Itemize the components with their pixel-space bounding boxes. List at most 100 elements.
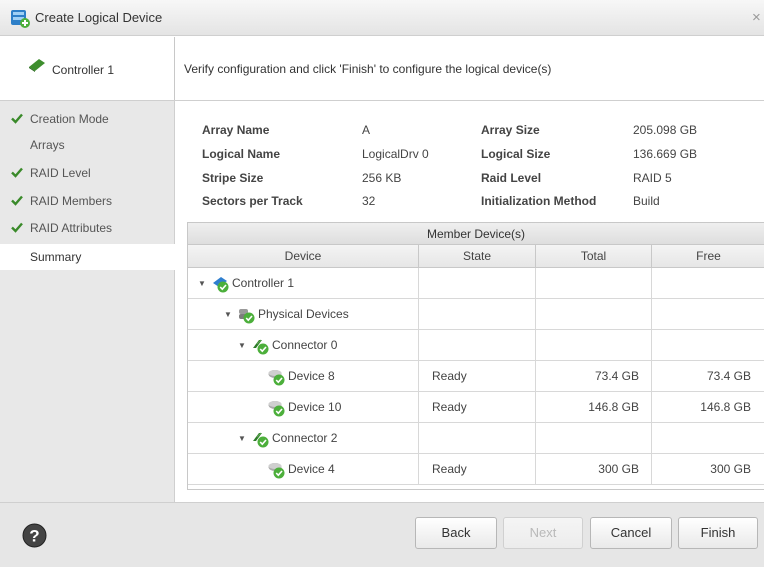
device-name: Controller 1 (232, 276, 295, 290)
disk-icon (268, 462, 285, 478)
instruction-text: Verify configuration and click 'Finish' … (184, 62, 552, 76)
expand-triangle-icon[interactable]: ▼ (238, 330, 250, 361)
free-cell: 146.8 GB (700, 400, 751, 414)
state-cell: Ready (419, 392, 536, 423)
device-name: Connector 2 (272, 431, 338, 445)
device-cell: ▼ Controller 1 (188, 268, 419, 299)
controller-card-icon (29, 59, 45, 72)
column-header-total[interactable]: Total (536, 245, 652, 268)
state-cell (419, 423, 536, 454)
next-button[interactable]: Next (503, 517, 583, 549)
device-tree-node: ▼ Connector 2 (238, 423, 337, 454)
device-tree-node: ▼ Controller 1 (198, 268, 294, 299)
step-raid-members[interactable]: RAID Members (0, 188, 175, 214)
expand-triangle-icon[interactable]: ▼ (224, 299, 236, 330)
logical-name-label: Logical Name (202, 147, 281, 161)
step-label: RAID Attributes (30, 221, 113, 235)
step-arrays[interactable]: Arrays (0, 132, 175, 158)
table-row[interactable]: Device 8 Ready 73.4 GB 73.4 GB (188, 361, 764, 392)
disk-icon (268, 369, 285, 385)
column-header-state[interactable]: State (419, 245, 536, 268)
state-cell: Ready (419, 454, 536, 485)
device-tree-node: ▼ Connector 0 (238, 330, 337, 361)
controller-header: Controller 1 (0, 37, 175, 100)
free-cell (652, 330, 764, 361)
connector-icon (253, 339, 269, 354)
table-body: ▼ Controller 1 ▼ Physical Devices ▼ Connector… (188, 268, 764, 485)
cancel-button[interactable]: Cancel (590, 517, 672, 549)
total-cell (536, 268, 652, 299)
checkmark-icon (11, 113, 23, 124)
state-cell (419, 330, 536, 361)
table-row[interactable]: Device 4 Ready 300 GB 300 GB (188, 454, 764, 485)
total-cell: 146.8 GB (536, 392, 652, 423)
device-tree-node: ▼ Physical Devices (224, 299, 349, 330)
array-name-value: A (362, 123, 371, 137)
device-name: Physical Devices (258, 307, 349, 321)
total-cell (536, 299, 652, 330)
close-icon[interactable]: × (752, 9, 761, 26)
step-raid-attributes[interactable]: RAID Attributes (0, 215, 175, 241)
window-title: Create Logical Device (35, 10, 163, 25)
device-cell: Device 8 (188, 361, 419, 392)
device-cell: ▼ Connector 0 (188, 330, 419, 361)
connector-icon (253, 432, 269, 447)
table-row[interactable]: ▼ Controller 1 (188, 268, 764, 299)
table-caption: Member Device(s) (188, 223, 764, 245)
title-bar: Create Logical Device × (0, 0, 764, 36)
expand-triangle-icon[interactable]: ▼ (198, 268, 210, 299)
total-cell: 300 GB (536, 454, 652, 485)
checkmark-icon (11, 167, 23, 178)
step-label: Arrays (30, 138, 65, 152)
free-cell (652, 423, 764, 454)
step-summary[interactable]: Summary (0, 244, 175, 270)
device-tree-node: Device 4 (266, 454, 335, 485)
stripe-size-value: 256 KB (362, 171, 402, 185)
step-label: Creation Mode (30, 112, 109, 126)
table-row[interactable]: Device 10 Ready 146.8 GB 146.8 GB (188, 392, 764, 423)
expand-triangle-icon[interactable]: ▼ (238, 423, 250, 454)
raid-level-value: RAID 5 (633, 171, 672, 185)
wizard-footer: ? Back Next Cancel Finish (0, 502, 764, 567)
array-name-label: Array Name (202, 123, 270, 137)
back-button[interactable]: Back (415, 517, 497, 549)
raid-level-label: Raid Level (481, 171, 542, 185)
finish-button[interactable]: Finish (678, 517, 758, 549)
table-row[interactable]: ▼ Connector 0 (188, 330, 764, 361)
svg-text:?: ? (29, 527, 39, 546)
physical-devices-icon (239, 308, 255, 323)
device-tree-node: Device 8 (266, 361, 335, 392)
help-icon[interactable]: ? (22, 523, 47, 548)
logical-size-label: Logical Size (481, 147, 551, 161)
sectors-per-track-value: 32 (362, 194, 376, 208)
checkmark-icon (11, 195, 23, 206)
device-cell: Device 4 (188, 454, 419, 485)
state-cell (419, 268, 536, 299)
array-size-value: 205.098 GB (633, 123, 698, 137)
initialization-method-value: Build (633, 194, 660, 208)
step-label: Summary (30, 250, 82, 264)
device-cell: Device 10 (188, 392, 419, 423)
table-row[interactable]: ▼ Physical Devices (188, 299, 764, 330)
wizard-steps: Creation Mode Arrays RAID Level RAID Mem… (0, 101, 175, 502)
device-cell: ▼ Connector 2 (188, 423, 419, 454)
total-cell: 73.4 GB (536, 361, 652, 392)
step-label: RAID Members (30, 194, 113, 208)
array-size-label: Array Size (481, 123, 540, 137)
checkmark-icon (11, 222, 23, 233)
step-raid-level[interactable]: RAID Level (0, 160, 175, 186)
logical-size-value: 136.669 GB (633, 147, 698, 161)
step-creation-mode[interactable]: Creation Mode (0, 106, 175, 132)
device-name: Device 10 (288, 400, 342, 414)
state-cell: Ready (419, 361, 536, 392)
column-header-device[interactable]: Device (188, 245, 419, 268)
free-cell: 73.4 GB (706, 369, 751, 383)
column-header-free[interactable]: Free (652, 245, 764, 268)
step-label: RAID Level (30, 166, 91, 180)
instruction-header: Verify configuration and click 'Finish' … (175, 37, 764, 100)
table-row[interactable]: ▼ Connector 2 (188, 423, 764, 454)
table-header: Device State Total Free (188, 245, 764, 268)
free-cell: 300 GB (710, 462, 751, 476)
device-cell: ▼ Physical Devices (188, 299, 419, 330)
device-tree-node: Device 10 (266, 392, 341, 423)
